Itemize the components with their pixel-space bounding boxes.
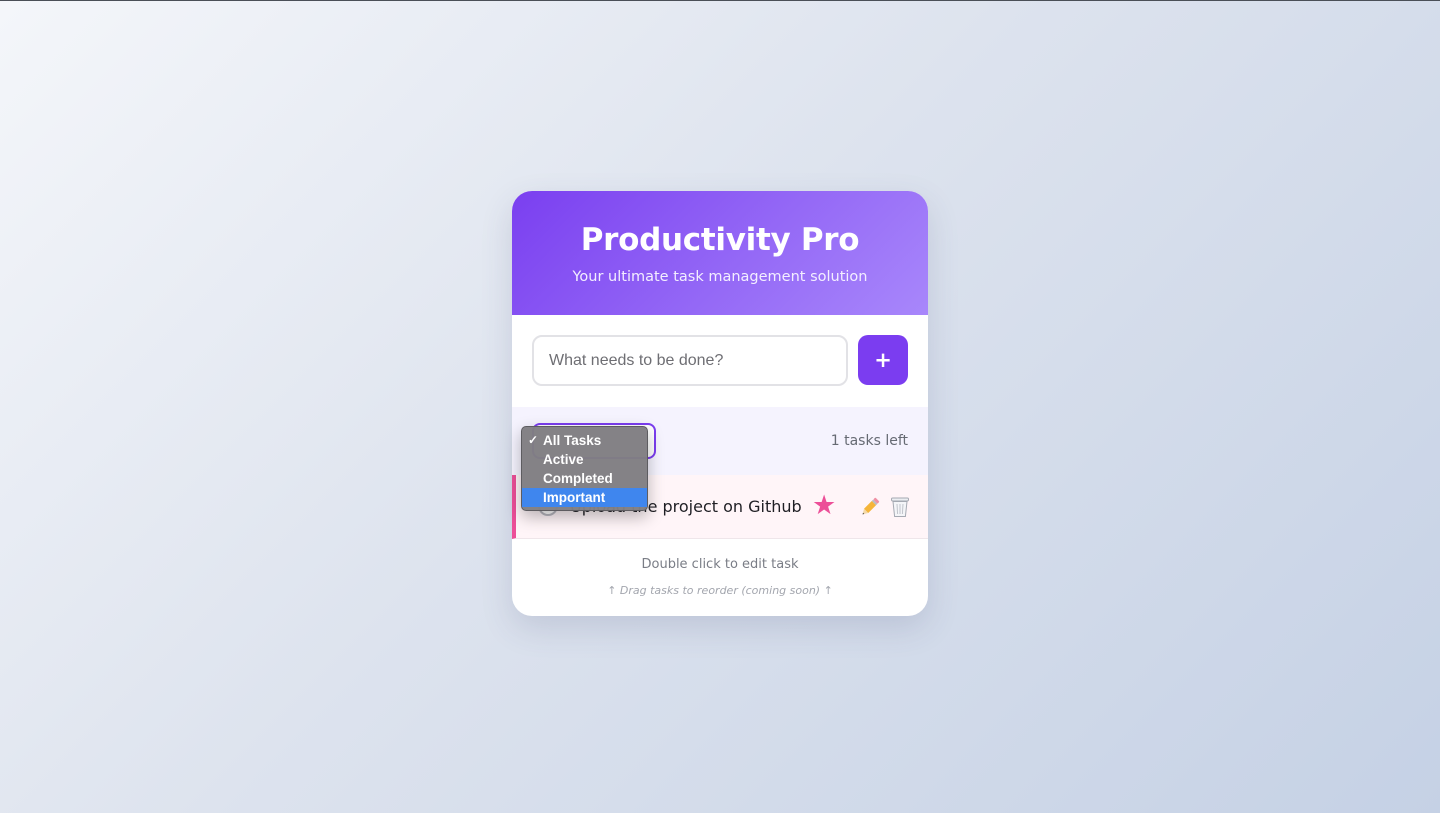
edit-task-button[interactable] — [858, 495, 882, 519]
important-star-icon[interactable]: ★ — [812, 490, 836, 522]
card-footer: Double click to edit task ↑ Drag tasks t… — [512, 539, 928, 599]
delete-task-button[interactable] — [888, 495, 912, 519]
filter-dropdown-menu: ✓ All Tasks Active Completed Important — [521, 426, 648, 511]
filter-option-label: Completed — [543, 471, 613, 486]
app-header: Productivity Pro Your ultimate task mana… — [512, 191, 928, 315]
filter-option-active[interactable]: Active — [522, 450, 647, 469]
filter-option-all[interactable]: ✓ All Tasks — [522, 431, 647, 450]
check-icon: ✓ — [528, 433, 539, 447]
add-task-button[interactable]: + — [858, 335, 908, 385]
filter-option-label: Active — [543, 452, 584, 467]
tasks-left-count: 1 tasks left — [830, 433, 908, 449]
drag-hint: ↑ Drag tasks to reorder (coming soon) ↑ — [607, 584, 833, 597]
new-task-input[interactable] — [532, 335, 848, 386]
filter-option-label: Important — [543, 490, 606, 505]
todo-card: Productivity Pro Your ultimate task mana… — [512, 191, 928, 616]
filter-option-label: All Tasks — [543, 433, 602, 448]
pencil-icon — [862, 497, 880, 515]
filter-option-important[interactable]: Important — [522, 488, 647, 507]
add-task-form: + — [512, 315, 928, 407]
trash-icon — [891, 497, 909, 517]
filter-option-completed[interactable]: Completed — [522, 469, 647, 488]
edit-hint: Double click to edit task — [641, 557, 799, 572]
app-subtitle: Your ultimate task management solution — [572, 269, 868, 285]
app-title: Productivity Pro — [580, 222, 860, 258]
